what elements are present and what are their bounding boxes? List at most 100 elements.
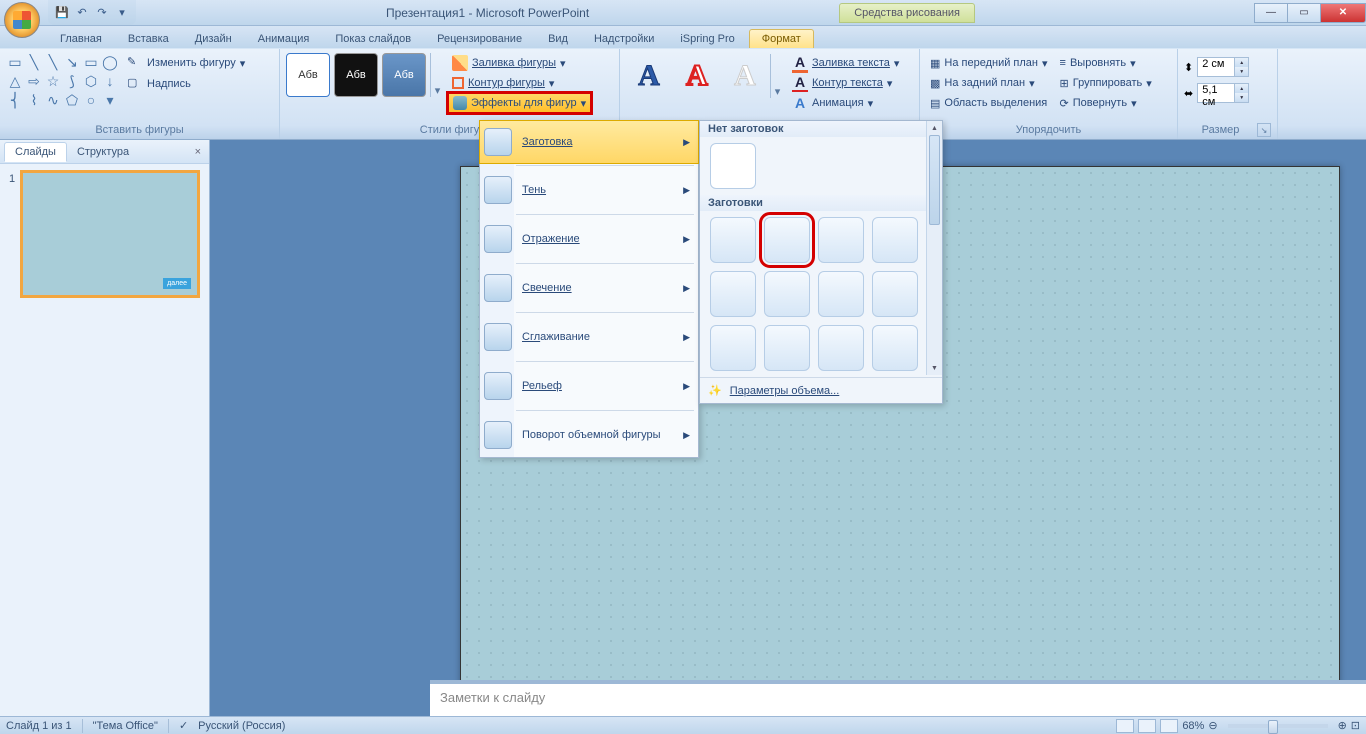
group-button[interactable]: ⊞Группировать ▾: [1056, 73, 1156, 93]
shape-more-icon[interactable]: ▾: [101, 91, 119, 109]
spin-down-icon[interactable]: ▼: [1234, 67, 1248, 76]
style-preset-1[interactable]: Абв: [286, 53, 330, 97]
minimize-button[interactable]: —: [1254, 3, 1288, 23]
preset-2[interactable]: [764, 217, 810, 263]
sorter-view-button[interactable]: [1138, 719, 1156, 733]
tab-animation[interactable]: Анимация: [246, 30, 322, 48]
spin-up-icon[interactable]: ▲: [1234, 84, 1248, 93]
selection-pane-button[interactable]: ▤Область выделения: [926, 93, 1052, 113]
close-button[interactable]: ✕: [1320, 3, 1366, 23]
preset-6[interactable]: [764, 271, 810, 317]
tab-format[interactable]: Формат: [749, 29, 814, 48]
rotate-button[interactable]: ⟳Повернуть ▾: [1056, 93, 1156, 113]
tab-ispring[interactable]: iSpring Pro: [668, 30, 746, 48]
text-outline-button[interactable]: АКонтур текста ▾: [788, 73, 903, 93]
menu-preset[interactable]: Заготовка ▶: [479, 120, 699, 164]
shape-line2-icon[interactable]: ╲: [44, 53, 62, 71]
gallery-scrollbar[interactable]: ▲ ▼: [926, 121, 942, 375]
shape-tri-icon[interactable]: △: [6, 72, 24, 90]
shape-circle-icon[interactable]: ○: [82, 91, 100, 109]
wordart-gallery[interactable]: А А А ▾: [626, 53, 784, 99]
preset-9[interactable]: [710, 325, 756, 371]
zoom-level[interactable]: 68%: [1182, 720, 1204, 732]
menu-soft-edges[interactable]: Сглаживание ▶: [480, 315, 698, 359]
wordart-3[interactable]: А: [722, 53, 768, 99]
align-button[interactable]: ≡Выровнять ▾: [1056, 53, 1156, 73]
outline-tab[interactable]: Структура: [67, 143, 139, 161]
height-input[interactable]: 2 см▲▼: [1197, 57, 1249, 77]
wordart-1[interactable]: А: [626, 53, 672, 99]
scroll-thumb[interactable]: [929, 135, 940, 225]
shape-arrow3-icon[interactable]: ↓: [101, 72, 119, 90]
zoom-slider[interactable]: [1228, 724, 1328, 728]
shape-rect-icon[interactable]: ▭: [6, 53, 24, 71]
zoom-out-icon[interactable]: ⊖: [1208, 719, 1217, 732]
spellcheck-icon[interactable]: ✓: [179, 719, 188, 732]
fit-window-icon[interactable]: ⊡: [1351, 719, 1360, 732]
tab-slideshow[interactable]: Показ слайдов: [323, 30, 423, 48]
zoom-in-icon[interactable]: ⊕: [1338, 719, 1347, 732]
preset-10[interactable]: [764, 325, 810, 371]
office-button[interactable]: [4, 2, 40, 38]
shape-line-icon[interactable]: ╲: [25, 53, 43, 71]
tab-view[interactable]: Вид: [536, 30, 580, 48]
send-back-button[interactable]: ▩На задний план ▾: [926, 73, 1052, 93]
shape-effects-button[interactable]: Эффекты для фигур ▾: [448, 93, 591, 113]
3d-options-button[interactable]: ✨ Параметры объема...: [700, 377, 942, 403]
wordart-more-icon[interactable]: ▾: [770, 54, 784, 98]
shape-style-gallery[interactable]: Абв Абв Абв ▾: [286, 53, 444, 97]
shape-fill-button[interactable]: Заливка фигуры ▾: [448, 53, 591, 73]
shape-connector2-icon[interactable]: ∿: [44, 91, 62, 109]
tab-review[interactable]: Рецензирование: [425, 30, 534, 48]
shapes-gallery[interactable]: ▭╲╲↘▭◯ △⇨☆⟆⬡↓ ⎨⌇∿⬠○▾: [6, 53, 119, 109]
preset-3[interactable]: [818, 217, 864, 263]
preset-5[interactable]: [710, 271, 756, 317]
preset-none[interactable]: [710, 143, 756, 189]
left-panel-close-icon[interactable]: ×: [191, 146, 205, 158]
spin-up-icon[interactable]: ▲: [1234, 58, 1248, 67]
maximize-button[interactable]: ▭: [1287, 3, 1321, 23]
wordart-2[interactable]: А: [674, 53, 720, 99]
normal-view-button[interactable]: [1116, 719, 1134, 733]
preset-1[interactable]: [710, 217, 756, 263]
style-gallery-more-icon[interactable]: ▾: [430, 53, 444, 97]
spin-down-icon[interactable]: ▼: [1234, 93, 1248, 102]
menu-3d-rotation[interactable]: Поворот объемной фигуры ▶: [480, 413, 698, 457]
language-indicator[interactable]: Русский (Россия): [198, 720, 285, 732]
save-icon[interactable]: 💾: [54, 5, 70, 21]
tab-insert[interactable]: Вставка: [116, 30, 181, 48]
shape-arrow-icon[interactable]: ↘: [63, 53, 81, 71]
shape-outline-button[interactable]: Контур фигуры ▾: [448, 73, 591, 93]
text-box-button[interactable]: ▢Надпись: [123, 74, 249, 94]
text-fill-button[interactable]: АЗаливка текста ▾: [788, 53, 903, 73]
shape-arrow2-icon[interactable]: ⇨: [25, 72, 43, 90]
bring-front-button[interactable]: ▦На передний план ▾: [926, 53, 1052, 73]
preset-7[interactable]: [818, 271, 864, 317]
preset-12[interactable]: [872, 325, 918, 371]
shape-star-icon[interactable]: ☆: [44, 72, 62, 90]
menu-reflection[interactable]: Отражение ▶: [480, 217, 698, 261]
edit-shape-button[interactable]: ✎Изменить фигуру ▾: [123, 53, 249, 73]
redo-icon[interactable]: ↷: [94, 5, 110, 21]
style-preset-3[interactable]: Абв: [382, 53, 426, 97]
shape-oval-icon[interactable]: ◯: [101, 53, 119, 71]
scroll-up-icon[interactable]: ▲: [927, 121, 942, 135]
qat-dropdown-icon[interactable]: ▾: [114, 5, 130, 21]
scroll-down-icon[interactable]: ▼: [927, 361, 942, 375]
menu-glow[interactable]: Свечение ▶: [480, 266, 698, 310]
shape-hex-icon[interactable]: ⬡: [82, 72, 100, 90]
menu-bevel[interactable]: Рельеф ▶: [480, 364, 698, 408]
slide-thumbnail-1[interactable]: 1 далее: [20, 170, 200, 298]
preset-4[interactable]: [872, 217, 918, 263]
shape-callout-icon[interactable]: ⬠: [63, 91, 81, 109]
style-preset-2[interactable]: Абв: [334, 53, 378, 97]
preset-8[interactable]: [872, 271, 918, 317]
tab-addins[interactable]: Надстройки: [582, 30, 666, 48]
shape-curve-icon[interactable]: ⟆: [63, 72, 81, 90]
menu-shadow[interactable]: Тень ▶: [480, 168, 698, 212]
shape-brace-icon[interactable]: ⎨: [6, 91, 24, 109]
text-effects-button[interactable]: ААнимация ▾: [788, 93, 903, 113]
tab-design[interactable]: Дизайн: [183, 30, 244, 48]
undo-icon[interactable]: ↶: [74, 5, 90, 21]
notes-pane[interactable]: Заметки к слайду: [430, 680, 1366, 716]
